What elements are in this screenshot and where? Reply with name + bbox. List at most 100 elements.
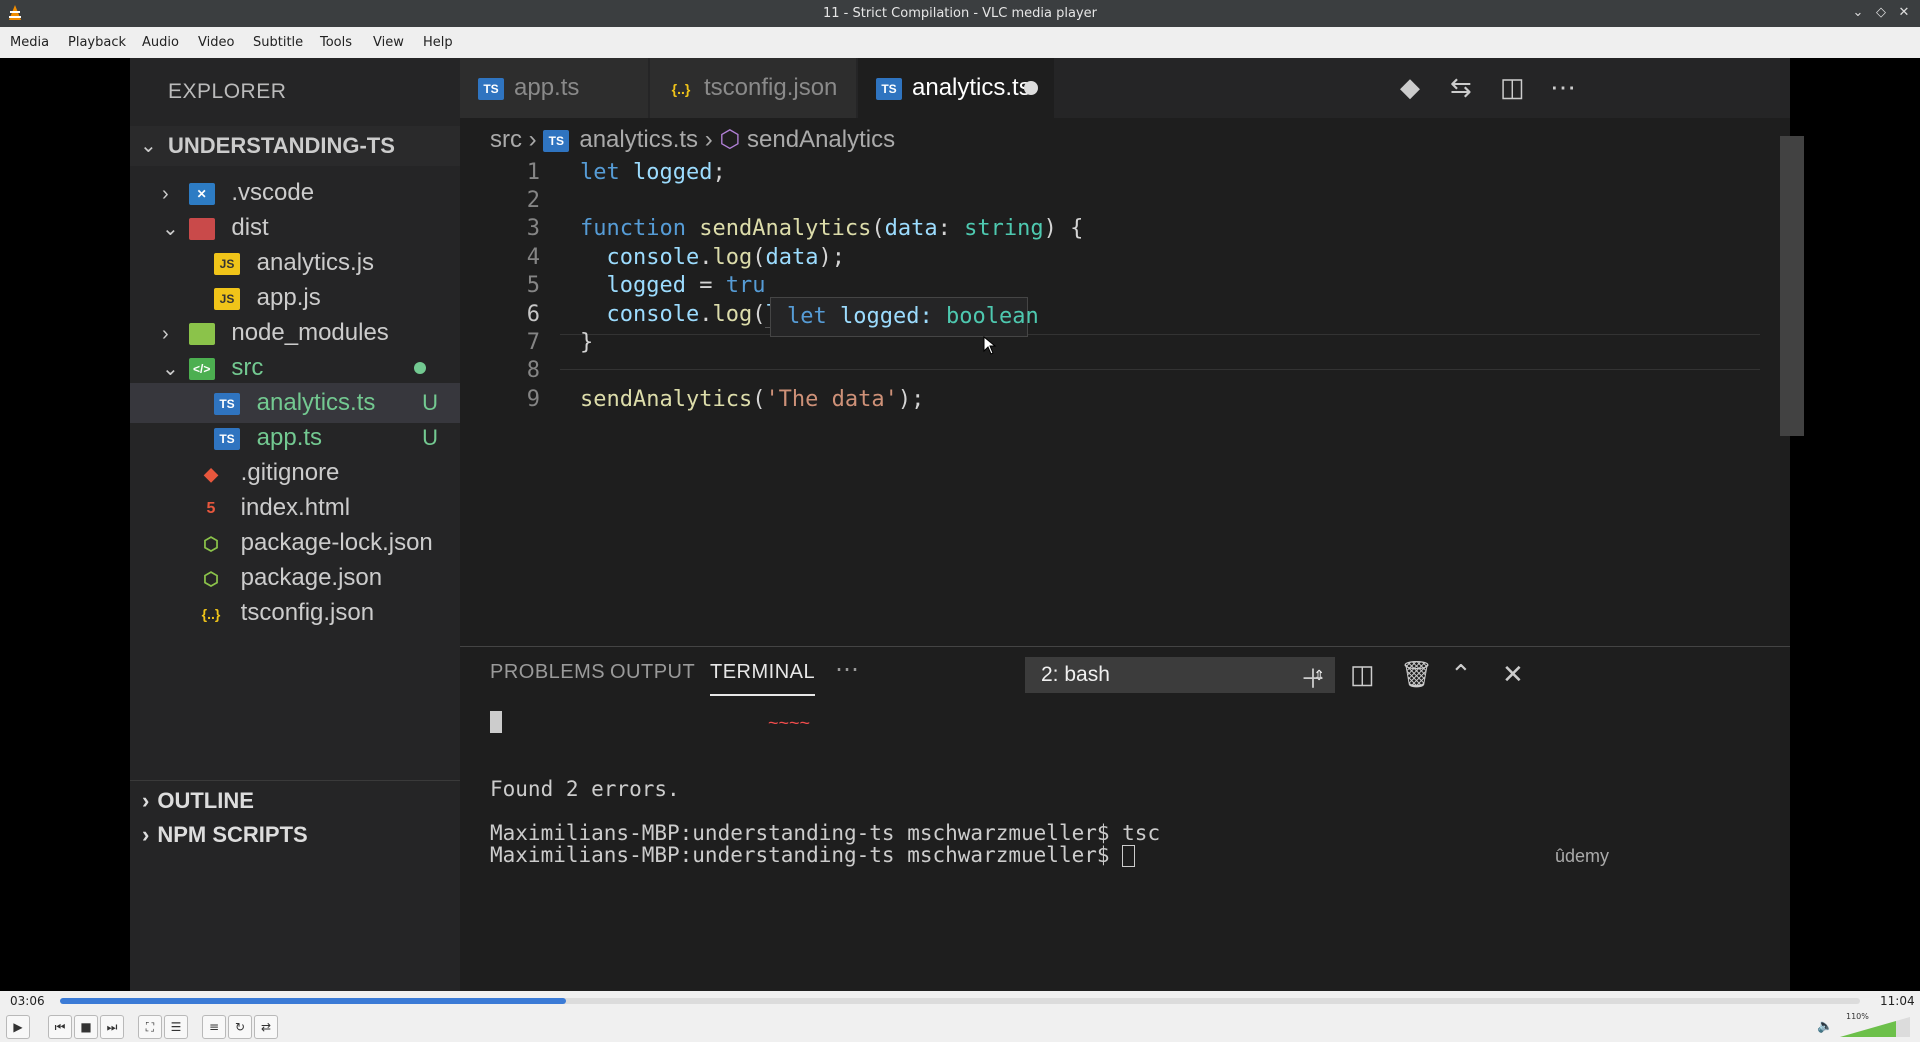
code-line: logged = tru — [606, 273, 766, 298]
unsaved-dot-icon[interactable] — [1024, 81, 1038, 95]
ts-file-icon: TS — [214, 392, 240, 415]
tree-label: analytics.ts — [256, 389, 376, 416]
more-actions-icon[interactable]: ⋯ — [1550, 72, 1576, 103]
menu-view[interactable]: View — [373, 35, 404, 50]
line-number: 3 — [526, 216, 540, 241]
symbol-icon: ⬡ — [719, 126, 741, 153]
menu-tools[interactable]: Tools — [320, 35, 352, 50]
untracked-badge: U — [422, 390, 438, 415]
playlist-icon[interactable]: ≡ — [202, 1015, 226, 1039]
next-icon[interactable]: ⏭ — [100, 1015, 124, 1039]
tree-label: analytics.js — [256, 249, 375, 276]
terminal-line: Found 2 errors. — [490, 777, 680, 801]
code-editor[interactable]: 1 2 3 4 5 6 7 8 9 let logged; function s… — [460, 160, 1790, 640]
chevron-up-icon[interactable]: ⌃ — [1450, 659, 1472, 690]
menu-subtitle[interactable]: Subtitle — [253, 35, 303, 50]
fullscreen-icon[interactable]: ⛶ — [138, 1015, 162, 1039]
split-terminal-icon[interactable]: ◫ — [1350, 659, 1375, 690]
hover-keyword: let — [787, 304, 827, 329]
error-squiggle-icon: ~~~~ — [768, 713, 811, 733]
current-line-highlight — [560, 334, 1760, 370]
menu-audio[interactable]: Audio — [142, 35, 179, 50]
chevron-right-icon: › — [704, 126, 720, 153]
tab-output[interactable]: OUTPUT — [610, 661, 695, 684]
add-terminal-icon[interactable]: ＋ — [1300, 659, 1326, 696]
tree-item-package-json[interactable]: ⬡ package.json — [198, 558, 382, 598]
elapsed-time: 03:06 — [10, 994, 45, 1008]
play-icon[interactable]: ▶ — [6, 1015, 30, 1039]
tree-item-package-lock[interactable]: ⬡ package-lock.json — [198, 523, 433, 563]
previous-icon[interactable]: ⏮ — [48, 1015, 72, 1039]
volume-label: 110% — [1846, 1012, 1869, 1021]
tree-item-vscode: › ✕ .vscode — [162, 173, 314, 213]
tree-item-tsconfig[interactable]: {..} tsconfig.json — [198, 593, 374, 633]
speaker-icon[interactable]: 🔈 — [1817, 1019, 1833, 1034]
html-file-icon: 5 — [206, 499, 216, 517]
tree-item-gitignore[interactable]: ◆ .gitignore — [198, 453, 339, 493]
tab-label: analytics.ts — [912, 74, 1031, 101]
node-folder-icon — [188, 322, 215, 345]
title-bar: 11 - Strict Compilation - VLC media play… — [0, 0, 1920, 27]
mouse-cursor-icon — [983, 336, 997, 355]
tree-item-app-ts[interactable]: TS app.ts U — [214, 418, 460, 458]
line-number: 4 — [526, 245, 540, 270]
terminal-select[interactable]: 2: bash ⇕ — [1025, 657, 1335, 693]
shuffle-icon[interactable]: ⇄ — [254, 1015, 278, 1039]
chevron-right-icon: › — [142, 788, 150, 813]
code-line: let logged; — [580, 160, 726, 185]
bottom-panel: PROBLEMS OUTPUT TERMINAL ⋯ 2: bash ⇕ ＋ ◫… — [460, 646, 1790, 991]
seek-bar: 03:06 11:04 — [0, 991, 1920, 1011]
folder-icon — [188, 217, 215, 240]
breadcrumb-symbol[interactable]: sendAnalytics — [747, 126, 895, 153]
minimize-icon[interactable]: ⌄ — [1850, 5, 1866, 21]
vscode-folder-icon: ✕ — [188, 182, 215, 205]
tab-analytics-ts[interactable]: TS analytics.ts — [858, 58, 1054, 118]
terminal-cursor — [1122, 845, 1136, 867]
playback-controls: ▶ ⏮ ■ ⏭ ⛶ ☰ ≡ ↻ ⇄ 🔈 110% — [0, 1011, 1920, 1042]
tree-item-index-html[interactable]: 5 index.html — [198, 488, 351, 528]
close-panel-icon[interactable]: ✕ — [1502, 659, 1524, 690]
close-icon[interactable]: ✕ — [1896, 5, 1912, 21]
menu-playback[interactable]: Playback — [68, 35, 126, 50]
tree-label: .gitignore — [240, 459, 340, 486]
tree-item-analytics-ts[interactable]: TS analytics.ts U — [214, 383, 460, 423]
menu-video[interactable]: Video — [198, 35, 234, 50]
breadcrumb-folder[interactable]: src — [490, 126, 522, 153]
chevron-right-icon: › — [528, 126, 544, 153]
tree-item-app-js: JS app.js — [214, 278, 321, 318]
hover-tooltip: let logged: boolean — [770, 297, 1039, 337]
seek-slider[interactable] — [60, 998, 1860, 1004]
npm-file-icon: ⬡ — [203, 568, 219, 589]
extended-settings-icon[interactable]: ☰ — [164, 1015, 188, 1039]
tree-label: package.json — [240, 564, 383, 591]
tree-label: package-lock.json — [240, 529, 433, 556]
terminal-select-value: 2: bash — [1041, 663, 1110, 686]
loop-icon[interactable]: ↻ — [228, 1015, 252, 1039]
code-line: sendAnalytics('The data'); — [580, 387, 925, 412]
restore-icon[interactable]: ◇ — [1873, 5, 1889, 21]
compare-changes-icon[interactable]: ⇆ — [1450, 72, 1472, 103]
src-folder-icon: </> — [188, 357, 215, 380]
tree-item-src: ⌄ </> src — [162, 348, 452, 388]
git-icon[interactable]: ◆ — [1400, 72, 1420, 103]
editor-scrollbar[interactable] — [1780, 136, 1804, 436]
more-panel-icon[interactable]: ⋯ — [835, 655, 860, 684]
menu-help[interactable]: Help — [423, 35, 453, 50]
menu-media[interactable]: Media — [10, 35, 49, 50]
npm-scripts-section[interactable]: › NPM SCRIPTS — [130, 815, 460, 855]
breadcrumb-file[interactable]: analytics.ts — [579, 126, 698, 153]
tab-app-ts[interactable]: TS app.ts — [460, 58, 648, 118]
stop-icon[interactable]: ■ — [74, 1015, 98, 1039]
breadcrumb: src › TS analytics.ts › ⬡ sendAnalytics — [490, 120, 895, 160]
split-editor-icon[interactable]: ◫ — [1500, 72, 1525, 103]
tab-tsconfig[interactable]: {..} tsconfig.json — [650, 58, 856, 118]
tab-terminal[interactable]: TERMINAL — [710, 661, 816, 696]
modified-dot-icon — [414, 362, 426, 374]
tab-problems[interactable]: PROBLEMS — [490, 661, 605, 684]
npm-file-icon: ⬡ — [203, 533, 219, 554]
line-number: 1 — [526, 160, 540, 185]
video-area[interactable]: EXPLORER ⌄ UNDERSTANDING-TS › ✕ .vscode … — [0, 58, 1920, 991]
chevron-down-icon: ⌄ — [162, 218, 179, 240]
trash-icon[interactable]: 🗑 — [1400, 659, 1433, 690]
terminal-prompt: Maximilians-MBP:understanding-ts mschwar… — [490, 843, 1123, 867]
